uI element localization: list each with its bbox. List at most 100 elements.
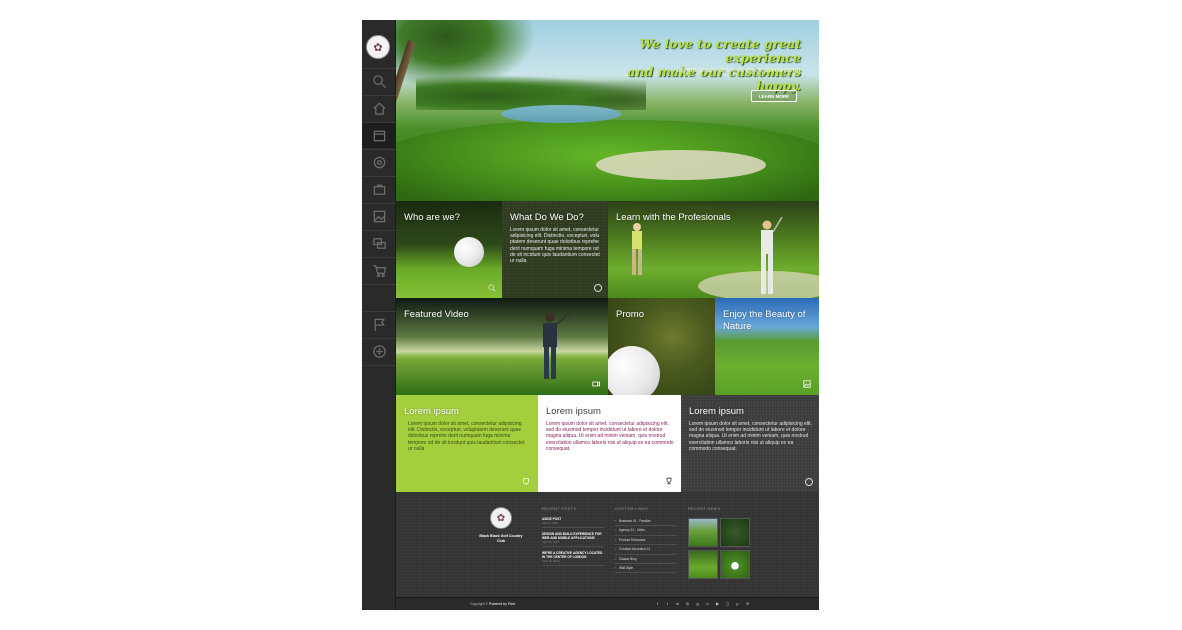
- sidebar-empty-slot: [362, 284, 396, 310]
- golfer-swing-image: [761, 217, 783, 294]
- main-content: We love to create great experience and m…: [396, 20, 819, 610]
- news-thumbnail[interactable]: [688, 550, 718, 579]
- tile-featured-video[interactable]: Featured Video: [396, 298, 608, 395]
- sidebar: ✿: [362, 20, 396, 610]
- copyright-prefix: Copyright ©: [470, 602, 488, 606]
- pinterest-icon[interactable]: p: [735, 601, 740, 606]
- plus-circle-icon[interactable]: [362, 338, 396, 364]
- news-thumbnail[interactable]: [720, 518, 750, 547]
- tile-body: Lorem ipsum dolor sit amet, consectetur …: [689, 421, 812, 452]
- linkedin-icon[interactable]: in: [675, 601, 680, 606]
- custom-link[interactable]: Classic Blog: [615, 555, 677, 564]
- custom-link[interactable]: Creative Accordion 01: [615, 545, 677, 555]
- arrow-circle-icon[interactable]: [594, 284, 602, 292]
- fairway-image: [396, 358, 608, 395]
- page-frame: ✿ We love to create great experience and…: [362, 20, 819, 610]
- tile-enjoy-nature[interactable]: Enjoy the Beauty of Nature: [715, 298, 819, 395]
- custom-links-heading: CUSTOM LINKS: [615, 507, 649, 511]
- copyright-text: Copyright © Powered by Pixel: [470, 602, 515, 606]
- hero-bunker: [596, 150, 766, 180]
- trophy-icon[interactable]: [665, 477, 673, 485]
- chat-icon[interactable]: [362, 230, 396, 256]
- tile-title: Learn with the Profesionals: [616, 212, 731, 223]
- golf-ball-image: [608, 346, 660, 395]
- post-date: April 10, 2015: [542, 540, 560, 544]
- cart-icon[interactable]: [362, 257, 396, 283]
- post-date: April 3, 2015: [542, 521, 558, 525]
- flag-icon[interactable]: [362, 311, 396, 337]
- social-icons: f t in ◎ g •• ▶ ◻ p ≋: [655, 601, 750, 606]
- tile-lorem-green[interactable]: Lorem ipsum Lorem ipsum dolor sit amet, …: [396, 395, 538, 492]
- tile-title: Lorem ipsum: [404, 406, 459, 417]
- tile-who-are-we[interactable]: Who are we?: [396, 201, 502, 298]
- custom-link[interactable]: Business 01 - Parallax: [615, 517, 677, 527]
- recent-post-item[interactable]: WE'RE A CREATIVE AGENCY LOCATED IN THE C…: [542, 551, 604, 566]
- tile-title: What Do We Do?: [510, 212, 584, 223]
- hero-palm-leaves: [396, 20, 536, 90]
- footer: ✿ Black Black Golf Country Club RECENT P…: [396, 492, 819, 610]
- tile-title: Featured Video: [404, 309, 469, 320]
- image-icon[interactable]: [362, 203, 396, 229]
- target-icon[interactable]: [362, 149, 396, 175]
- post-title: WE'RE A CREATIVE AGENCY LOCATED IN THE C…: [542, 551, 603, 559]
- recent-posts-column: RECENT POSTS ASIDE POST April 3, 2015 DE…: [542, 507, 604, 570]
- tile-title: Lorem ipsum: [689, 406, 744, 417]
- custom-link[interactable]: Product Showcase: [615, 536, 677, 546]
- recent-post-item[interactable]: DESIGN AND BUILD EXPERIENCE FOR WEB AND …: [542, 532, 604, 547]
- news-thumbnail[interactable]: [688, 518, 718, 547]
- tile-body: Lorem ipsum dolor sit amet, consectetur …: [546, 421, 674, 452]
- golfer-image: [632, 223, 642, 275]
- search-icon[interactable]: [488, 284, 496, 292]
- facebook-icon[interactable]: f: [655, 601, 660, 606]
- tile-body: Lorem ipsum dolor sit amet, consectetur …: [510, 227, 600, 265]
- news-thumbnail[interactable]: [720, 550, 750, 579]
- image-icon[interactable]: [803, 380, 811, 388]
- google-plus-icon[interactable]: g: [695, 601, 700, 606]
- cup-icon[interactable]: [522, 477, 530, 485]
- custom-links-column: CUSTOM LINKS Business 01 - Parallax Agen…: [615, 507, 677, 574]
- tile-title: Lorem ipsum: [546, 406, 601, 417]
- post-title: DESIGN AND BUILD EXPERIENCE FOR WEB AND …: [542, 532, 602, 540]
- tile-title: Enjoy the Beauty of Nature: [723, 309, 806, 332]
- recent-news-heading: RECENT NEWS: [688, 507, 721, 511]
- video-camera-icon[interactable]: [592, 380, 600, 388]
- flickr-icon[interactable]: ••: [705, 601, 710, 606]
- tile-what-do-we-do[interactable]: What Do We Do? Lorem ipsum dolor sit ame…: [502, 201, 608, 298]
- search-icon[interactable]: [362, 68, 396, 94]
- copyright-link[interactable]: Powered by Pixel: [489, 602, 515, 606]
- golfer-video-image: [543, 311, 572, 379]
- custom-link[interactable]: Agency 01 - Video: [615, 526, 677, 536]
- tile-body: Lorem ipsum dolor sit amet, consectetur …: [408, 421, 525, 452]
- tile-learn-with-professionals[interactable]: Learn with the Profesionals: [608, 201, 819, 298]
- custom-link[interactable]: Wall Style: [615, 564, 677, 574]
- recent-posts-heading: RECENT POSTS: [542, 507, 577, 511]
- dribbble-icon[interactable]: ◎: [685, 601, 690, 606]
- hero-tagline-line1: We love to create great experience: [639, 36, 801, 65]
- tile-title: Promo: [616, 309, 644, 320]
- youtube-icon[interactable]: ▶: [715, 601, 720, 606]
- learn-more-button[interactable]: LEARN MORE: [751, 90, 797, 102]
- home-icon[interactable]: [362, 95, 396, 121]
- footer-club-logo[interactable]: ✿: [490, 507, 512, 529]
- rss-icon[interactable]: ≋: [745, 601, 750, 606]
- footer-club-name: Black Black Golf Country Club: [479, 534, 523, 543]
- post-date: April 15, 2015: [542, 559, 560, 563]
- footer-bottom-bar: Copyright © Powered by Pixel f t in ◎ g …: [396, 597, 819, 610]
- hero-tagline: We love to create great experience and m…: [591, 37, 801, 93]
- recent-news-column: RECENT NEWS: [688, 507, 720, 517]
- arrow-circle-icon[interactable]: [805, 478, 813, 486]
- club-logo[interactable]: ✿: [366, 35, 390, 59]
- tile-title: Who are we?: [404, 212, 460, 223]
- twitter-icon[interactable]: t: [665, 601, 670, 606]
- hero-lake: [501, 105, 621, 123]
- recent-post-item[interactable]: ASIDE POST April 3, 2015: [542, 517, 604, 528]
- sidebar-empty-slot: [362, 365, 396, 391]
- tile-lorem-dark[interactable]: Lorem ipsum Lorem ipsum dolor sit amet, …: [681, 395, 819, 492]
- hero-subtext: Lorem ipsum dolor sit amet, consectetur: [676, 67, 802, 74]
- calendar-icon[interactable]: [362, 122, 396, 148]
- instagram-icon[interactable]: ◻: [725, 601, 730, 606]
- briefcase-icon[interactable]: [362, 176, 396, 202]
- tile-lorem-white[interactable]: Lorem ipsum Lorem ipsum dolor sit amet, …: [538, 395, 681, 492]
- tile-promo[interactable]: Promo: [608, 298, 715, 395]
- golf-ball-image: [454, 237, 484, 267]
